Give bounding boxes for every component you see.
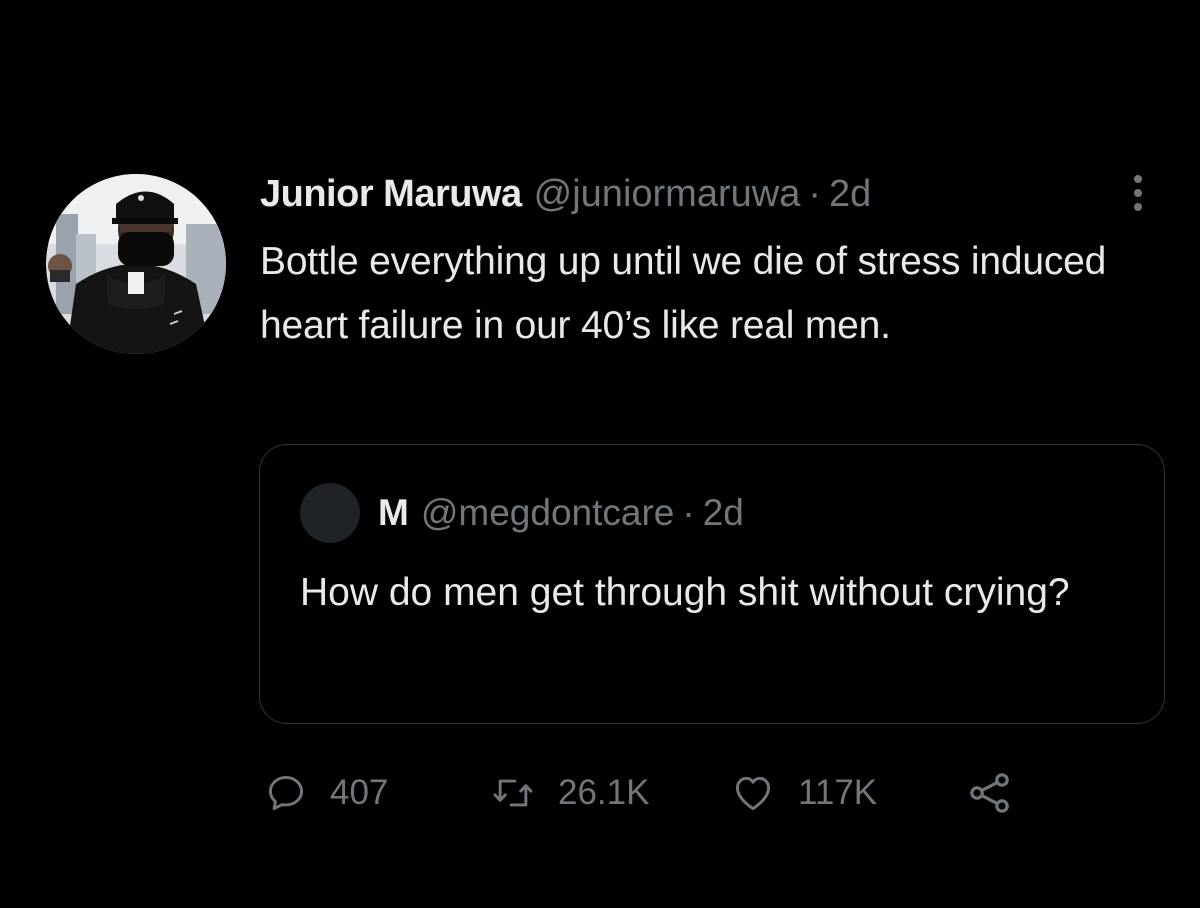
tweet-screen: Junior Maruwa @juniormaruwa · 2d Bottle … (0, 0, 1200, 908)
author-avatar[interactable] (46, 174, 226, 354)
quote-author-name: M (378, 492, 409, 533)
author-handle[interactable]: @juniormaruwa (534, 168, 801, 220)
more-vertical-icon[interactable] (1118, 170, 1158, 216)
reply-icon (268, 775, 304, 811)
like-count: 117K (798, 773, 878, 812)
action-bar: 407 26.1K 117K (264, 766, 1026, 820)
share-button[interactable] (966, 766, 1026, 820)
tweet-timestamp[interactable]: 2d (829, 168, 871, 220)
quote-tweet-card[interactable]: M @megdontcare · 2d How do men get throu… (259, 444, 1165, 724)
more-dot (1134, 189, 1142, 197)
quote-header: M @megdontcare · 2d (300, 483, 744, 543)
author-name[interactable]: Junior Maruwa (260, 168, 522, 220)
tweet-header: Junior Maruwa @juniormaruwa · 2d (260, 168, 871, 220)
retweet-button[interactable]: 26.1K (490, 766, 730, 820)
reply-button[interactable]: 407 (264, 766, 490, 820)
quote-timestamp: 2d (702, 492, 744, 533)
retweet-count: 26.1K (558, 773, 650, 812)
like-button[interactable]: 117K (730, 766, 966, 820)
quote-author-avatar (300, 483, 360, 543)
quote-text: How do men get through shit without cryi… (300, 571, 1070, 614)
person-avatar-icon (46, 174, 226, 354)
retweet-icon (493, 779, 533, 807)
heart-icon (735, 776, 771, 811)
quote-author-handle: @megdontcare (420, 492, 675, 533)
quote-separator-dot: · (682, 492, 695, 533)
more-dot (1134, 175, 1142, 183)
tweet-text: Bottle everything up until we die of str… (260, 240, 1107, 347)
reply-count: 407 (330, 773, 389, 812)
separator-dot: · (808, 173, 821, 215)
more-dot (1134, 203, 1142, 211)
share-icon (970, 773, 1009, 813)
